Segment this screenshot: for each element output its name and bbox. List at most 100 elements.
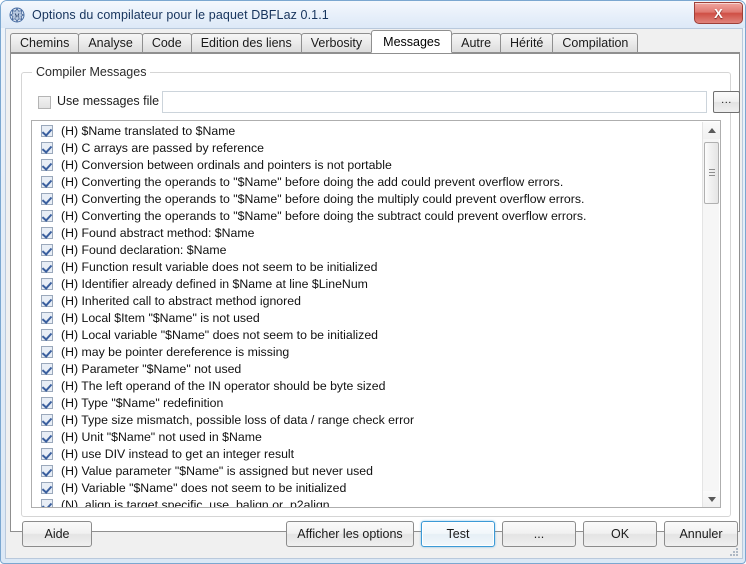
message-list-item[interactable]: (H) Local variable "$Name" does not seem… — [32, 326, 703, 343]
tab-herite[interactable]: Hérité — [500, 33, 554, 53]
show-options-button[interactable]: Afficher les options — [286, 521, 414, 547]
message-list-item[interactable]: (H) Function result variable does not se… — [32, 258, 703, 275]
tab-autre[interactable]: Autre — [451, 33, 502, 53]
test-button[interactable]: Test — [421, 521, 495, 547]
message-list-item[interactable]: (H) Conversion between ordinals and poin… — [32, 156, 703, 173]
triangle-up-icon — [707, 128, 716, 133]
scrollbar-grip-icon — [709, 169, 715, 176]
message-item-label: (H) Conversion between ordinals and poin… — [61, 157, 392, 172]
window-title: Options du compilateur pour le paquet DB… — [32, 7, 329, 22]
message-list-item[interactable]: (H) Identifier already defined in $Name … — [32, 275, 703, 292]
close-button[interactable]: X — [694, 2, 743, 24]
button-label: OK — [610, 527, 630, 541]
message-item-label: (H) Local variable "$Name" does not seem… — [61, 327, 378, 342]
message-list-item[interactable]: (H) use DIV instead to get an integer re… — [32, 445, 703, 462]
scrollbar-thumb[interactable] — [704, 142, 719, 204]
message-list-item[interactable]: (H) Found declaration: $Name — [32, 241, 703, 258]
tab-chemins[interactable]: Chemins — [10, 33, 80, 53]
tab-edition-des-liens[interactable]: Edition des liens — [190, 33, 302, 53]
tab-label: Edition des liens — [200, 36, 292, 50]
message-item-checkbox[interactable] — [41, 430, 53, 443]
message-item-checkbox[interactable] — [41, 294, 53, 307]
scroll-down-button[interactable] — [703, 491, 720, 507]
message-item-checkbox[interactable] — [41, 328, 53, 341]
message-item-checkbox[interactable] — [41, 481, 53, 494]
message-item-checkbox[interactable] — [41, 311, 53, 324]
use-messages-file-row: Use messages file ... — [31, 91, 740, 115]
message-item-label: (H) Function result variable does not se… — [61, 259, 378, 274]
message-item-checkbox[interactable] — [41, 413, 53, 426]
dialog-button-bar: Aide Afficher les options Test ... OK An… — [6, 511, 742, 558]
button-label: Afficher les options — [297, 527, 403, 541]
message-list-item[interactable]: (H) Value parameter "$Name" is assigned … — [32, 462, 703, 479]
message-item-label: (H) Unit "$Name" not used in $Name — [61, 429, 262, 444]
message-item-checkbox[interactable] — [41, 362, 53, 375]
button-label: Aide — [44, 527, 70, 541]
message-list-item[interactable]: (H) may be pointer dereference is missin… — [32, 343, 703, 360]
message-item-checkbox[interactable] — [41, 243, 53, 256]
button-label: Test — [446, 527, 470, 541]
message-item-label: (H) $Name translated to $Name — [61, 123, 236, 138]
message-list-item[interactable]: (H) Unit "$Name" not used in $Name — [32, 428, 703, 445]
message-list-item[interactable]: (H) Converting the operands to "$Name" b… — [32, 207, 703, 224]
ok-button[interactable]: OK — [583, 521, 657, 547]
message-item-label: (H) Converting the operands to "$Name" b… — [61, 174, 564, 189]
tab-label: Code — [151, 36, 182, 50]
message-list-item[interactable]: (N) .align is target specific, use .bali… — [32, 496, 703, 507]
scroll-up-button[interactable] — [703, 122, 720, 139]
message-item-checkbox[interactable] — [41, 277, 53, 290]
message-item-checkbox[interactable] — [41, 209, 53, 222]
message-item-checkbox[interactable] — [41, 141, 53, 154]
tab-strip: Chemins Analyse Code Edition des liens V… — [10, 30, 740, 54]
message-list-item[interactable]: (H) The left operand of the IN operator … — [32, 377, 703, 394]
message-item-label: (H) Type "$Name" redefinition — [61, 395, 224, 410]
message-list-item[interactable]: (H) Parameter "$Name" not used — [32, 360, 703, 377]
message-list-item[interactable]: (H) Inherited call to abstract method ig… — [32, 292, 703, 309]
messages-check-list[interactable]: (H) $Name translated to $Name (H) C array… — [31, 120, 721, 508]
message-item-checkbox[interactable] — [41, 226, 53, 239]
message-item-checkbox[interactable] — [41, 175, 53, 188]
message-list-item[interactable]: (H) Type size mismatch, possible loss of… — [32, 411, 703, 428]
message-list-item[interactable]: (H) Type "$Name" redefinition — [32, 394, 703, 411]
cancel-button[interactable]: Annuler — [664, 521, 738, 547]
message-list-item[interactable]: (H) Converting the operands to "$Name" b… — [32, 190, 703, 207]
more-button[interactable]: ... — [502, 521, 576, 547]
message-item-checkbox[interactable] — [41, 345, 53, 358]
tab-compilation[interactable]: Compilation — [552, 33, 639, 53]
tab-messages[interactable]: Messages — [371, 30, 453, 53]
message-item-label: (H) Converting the operands to "$Name" b… — [61, 191, 585, 206]
tab-label: Autre — [461, 36, 492, 50]
message-item-checkbox[interactable] — [41, 464, 53, 477]
message-item-checkbox[interactable] — [41, 260, 53, 273]
message-item-checkbox[interactable] — [41, 124, 53, 137]
tab-verbosity[interactable]: Verbosity — [300, 33, 373, 53]
tab-analyse[interactable]: Analyse — [78, 33, 143, 53]
tab-label: Messages — [383, 34, 441, 49]
message-list-item[interactable]: (H) Converting the operands to "$Name" b… — [32, 173, 703, 190]
message-list-item[interactable]: (H) Variable "$Name" does not seem to be… — [32, 479, 703, 496]
message-list-item[interactable]: (H) Local $Item "$Name" is not used — [32, 309, 703, 326]
message-item-checkbox[interactable] — [41, 192, 53, 205]
messages-list-scrollbar[interactable] — [702, 122, 720, 507]
message-item-checkbox[interactable] — [41, 447, 53, 460]
compiler-messages-group: Compiler Messages Use messages file ... … — [21, 65, 740, 517]
messages-tab-page: Compiler Messages Use messages file ... … — [10, 54, 740, 532]
browse-messages-file-button[interactable]: ... — [713, 91, 740, 113]
help-button[interactable]: Aide — [22, 521, 92, 547]
message-item-label: (H) may be pointer dereference is missin… — [61, 344, 290, 359]
message-list-item[interactable]: (H) C arrays are passed by reference — [32, 139, 703, 156]
use-messages-file-checkbox[interactable] — [38, 96, 51, 109]
tab-label: Chemins — [20, 36, 70, 50]
message-item-checkbox[interactable] — [41, 498, 53, 507]
message-list-item[interactable]: (H) Found abstract method: $Name — [32, 224, 703, 241]
tab-code[interactable]: Code — [141, 33, 192, 53]
message-item-checkbox[interactable] — [41, 158, 53, 171]
messages-file-input[interactable] — [162, 91, 707, 113]
message-item-checkbox[interactable] — [41, 379, 53, 392]
button-label: Annuler — [679, 527, 723, 541]
message-list-item[interactable]: (H) $Name translated to $Name — [32, 122, 703, 139]
message-item-checkbox[interactable] — [41, 396, 53, 409]
tab-strip-filler — [637, 32, 740, 53]
button-label: ... — [533, 527, 545, 541]
window-resize-grip[interactable] — [728, 545, 740, 557]
